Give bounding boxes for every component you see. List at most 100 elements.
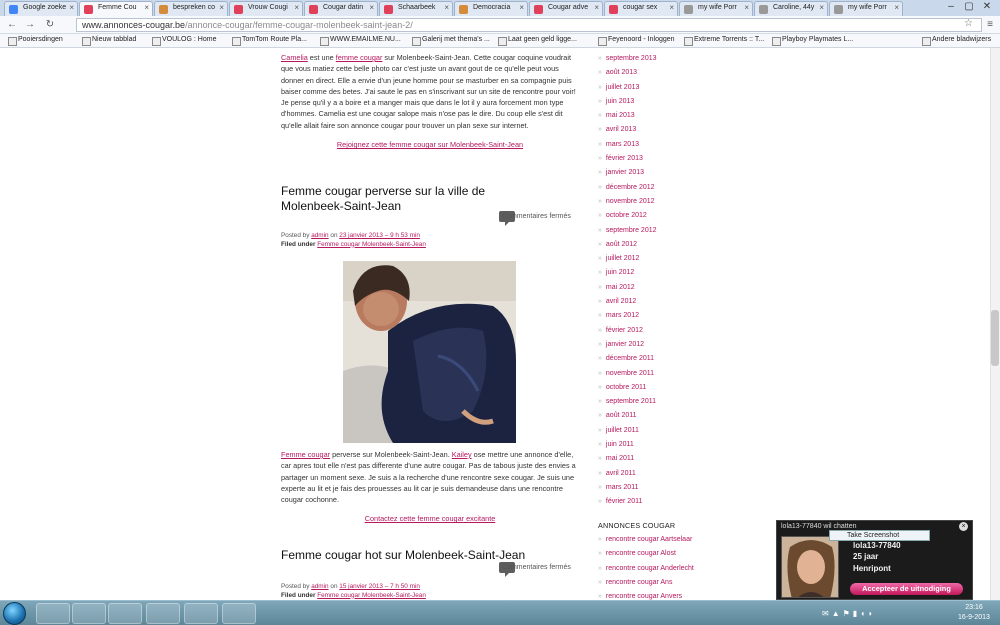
clock[interactable]: 23:16 16-9-2013 (954, 603, 994, 623)
archive-link[interactable]: janvier 2012 (598, 338, 728, 352)
opera-icon-2[interactable] (222, 603, 256, 624)
accept-invite-button[interactable]: Accepteer de uitnodiging (850, 583, 963, 595)
archive-link[interactable]: septembre 2012 (598, 224, 728, 238)
archive-link[interactable]: juin 2011 (598, 438, 728, 452)
bookmark-item[interactable]: Pooiersdingen (8, 36, 63, 46)
date-link[interactable]: 23 janvier 2013 – 9 h 53 min (339, 232, 420, 239)
ie-icon[interactable] (36, 603, 70, 624)
bookmark-item[interactable]: Nieuw tabblad (82, 36, 136, 46)
archive-link[interactable]: août 2011 (598, 409, 728, 423)
close-tab-icon[interactable]: × (444, 3, 449, 12)
bookmark-item[interactable]: TomTom Route Pla... (232, 36, 307, 46)
post-2-title[interactable]: Femme cougar perverse sur la ville de Mo… (281, 184, 551, 214)
category-link[interactable]: Femme cougar Molenbeek-Saint-Jean (317, 241, 426, 248)
tab-2[interactable]: bespreken co × (154, 1, 228, 16)
close-icon[interactable]: × (959, 522, 968, 531)
city-link[interactable]: rencontre cougar Anvers (598, 590, 728, 600)
tab-7[interactable]: Cougar adve × (529, 1, 603, 16)
tab-8[interactable]: cougar sex × (604, 1, 678, 16)
close-tab-icon[interactable]: × (219, 3, 224, 12)
post-1-cta-link[interactable]: Rejoignez cette femme cougar sur Molenbe… (337, 140, 523, 149)
tab-0[interactable]: Google zoeke × (4, 1, 78, 16)
post-2-cta-link[interactable]: Contactez cette femme cougar excitante (365, 514, 496, 523)
close-tab-icon[interactable]: × (594, 3, 599, 12)
scrollbar-thumb[interactable] (991, 310, 999, 366)
tab-9[interactable]: my wife Porr × (679, 1, 753, 16)
tab-11[interactable]: my wife Porr × (829, 1, 903, 16)
femme-cougar-link[interactable]: femme cougar (336, 53, 383, 62)
archive-link[interactable]: juin 2012 (598, 266, 728, 280)
archive-link[interactable]: février 2013 (598, 152, 728, 166)
archive-link[interactable]: septembre 2013 (598, 52, 728, 66)
profile-link-kailey[interactable]: Kailey (452, 450, 472, 459)
post-3-title[interactable]: Femme cougar hot sur Molenbeek-Saint-Jea… (281, 548, 551, 563)
archive-link[interactable]: février 2012 (598, 324, 728, 338)
close-tab-icon[interactable]: × (294, 3, 299, 12)
archive-link[interactable]: décembre 2011 (598, 352, 728, 366)
city-link[interactable]: rencontre cougar Anderlecht (598, 562, 728, 576)
back-icon[interactable]: ← (6, 19, 18, 31)
forward-icon[interactable]: → (24, 19, 36, 31)
bookmark-item[interactable]: Galerij met thema's ... (412, 36, 490, 46)
bookmark-star-icon[interactable]: ☆ (964, 18, 973, 29)
bookmark-item[interactable]: VOULOG : Home (152, 36, 216, 46)
archive-link[interactable]: juillet 2011 (598, 424, 728, 438)
tab-4[interactable]: Cougar datin × (304, 1, 378, 16)
screenshot-tooltip[interactable]: Take Screenshot (829, 530, 930, 541)
archive-link[interactable]: mars 2011 (598, 481, 728, 495)
archive-link[interactable]: décembre 2012 (598, 181, 728, 195)
archive-link[interactable]: avril 2011 (598, 467, 728, 481)
tab-3[interactable]: Vrouw Cougi × (229, 1, 303, 16)
archive-link[interactable]: janvier 2013 (598, 166, 728, 180)
archive-link[interactable]: avril 2013 (598, 123, 728, 137)
close-tab-icon[interactable]: × (519, 3, 524, 12)
date-link[interactable]: 15 janvier 2013 – 7 h 50 min (339, 583, 420, 590)
menu-icon[interactable]: ≡ (984, 19, 996, 31)
minimize-icon[interactable]: – (944, 1, 958, 12)
scrollbar[interactable] (990, 48, 1000, 600)
tab-10[interactable]: Caroline, 44y × (754, 1, 828, 16)
tab-5[interactable]: Schaarbeek × (379, 1, 453, 16)
firefox-icon[interactable] (146, 603, 180, 624)
close-tab-icon[interactable]: × (894, 3, 899, 12)
tab-6[interactable]: Democracia × (454, 1, 528, 16)
archive-link[interactable]: juillet 2012 (598, 252, 728, 266)
archive-link[interactable]: juin 2013 (598, 95, 728, 109)
category-link[interactable]: Femme cougar Molenbeek-Saint-Jean (317, 592, 426, 599)
reload-icon[interactable]: ↻ (44, 19, 56, 31)
close-tab-icon[interactable]: × (669, 3, 674, 12)
close-window-icon[interactable]: ✕ (980, 1, 994, 12)
archive-link[interactable]: mars 2013 (598, 138, 728, 152)
start-button[interactable] (3, 602, 26, 625)
archive-link[interactable]: mai 2012 (598, 281, 728, 295)
author-link[interactable]: admin (311, 583, 328, 590)
archive-link[interactable]: août 2012 (598, 238, 728, 252)
archive-link[interactable]: avril 2012 (598, 295, 728, 309)
opera-icon[interactable] (184, 603, 218, 624)
archive-link[interactable]: novembre 2011 (598, 367, 728, 381)
close-tab-icon[interactable]: × (744, 3, 749, 12)
archive-link[interactable]: février 2011 (598, 495, 728, 509)
post-2-photo[interactable] (343, 261, 516, 443)
chrome-icon[interactable] (108, 603, 142, 624)
archive-link[interactable]: mars 2012 (598, 309, 728, 323)
bookmark-item[interactable]: WWW.EMAILME.NU... (320, 36, 401, 46)
city-link[interactable]: rencontre cougar Alost (598, 547, 728, 561)
bookmark-item[interactable]: Playboy Playmates L... (772, 36, 853, 46)
tab-1[interactable]: Femme Cou × (79, 1, 153, 16)
explorer-icon[interactable] (72, 603, 106, 624)
archive-link[interactable]: août 2013 (598, 66, 728, 80)
maximize-icon[interactable]: ▢ (962, 1, 976, 12)
bookmark-item[interactable]: Extreme Torrents :: T... (684, 36, 764, 46)
archive-link[interactable]: septembre 2011 (598, 395, 728, 409)
close-tab-icon[interactable]: × (69, 3, 74, 12)
system-tray-icons[interactable]: ✉▲⚑▮◖◗ (822, 609, 876, 618)
archive-link[interactable]: juillet 2013 (598, 81, 728, 95)
archive-link[interactable]: mai 2013 (598, 109, 728, 123)
archive-link[interactable]: mai 2011 (598, 452, 728, 466)
close-tab-icon[interactable]: × (369, 3, 374, 12)
profile-link-camelia[interactable]: Camelia (281, 53, 308, 62)
femme-cougar-link-2[interactable]: Femme cougar (281, 450, 330, 459)
author-link[interactable]: admin (311, 232, 328, 239)
city-link[interactable]: rencontre cougar Aartselaar (598, 533, 728, 547)
